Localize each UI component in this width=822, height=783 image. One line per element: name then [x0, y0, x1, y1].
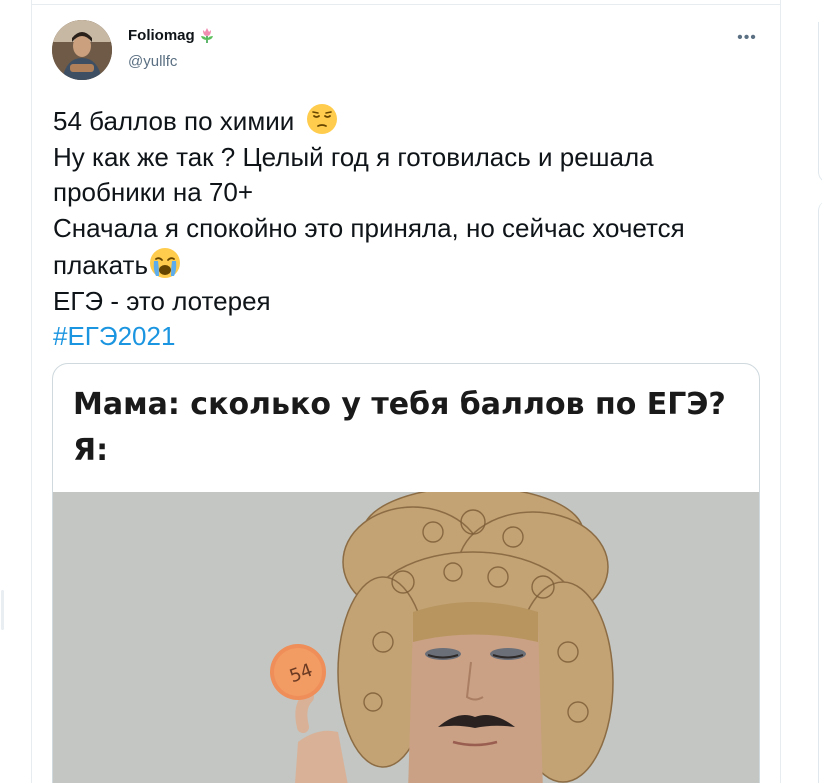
meme-photo: 54: [53, 486, 759, 783]
tweet-line: Сначала я спокойно это приняла, но сейча…: [53, 212, 685, 243]
crying-face-emoji: [148, 246, 182, 280]
author-display-name[interactable]: Foliomag: [128, 27, 195, 44]
tweet-top-divider: [31, 4, 781, 5]
sidebar-panel-edge: [818, 22, 822, 183]
pensive-face-emoji: [305, 102, 339, 136]
author-avatar[interactable]: [52, 20, 112, 80]
sidebar-panel-edge-lower: [818, 200, 822, 783]
tweet-line: ЕГЭ - это лотерея: [53, 285, 271, 316]
tweet-text-segment: плакать: [53, 250, 148, 280]
hashtag-link[interactable]: #ЕГЭ2021: [53, 319, 773, 355]
meme-caption: Мама: сколько у тебя баллов по ЕГЭ? Я:: [73, 382, 753, 474]
tweet-line: плакать: [53, 246, 773, 284]
tweet-text: 54 баллов по химии Ну как же так ? Целый…: [53, 102, 773, 355]
author-handle[interactable]: @yullfc: [128, 53, 177, 70]
tweet-page: Foliomag @yullfc ••• 54 баллов по химии …: [0, 0, 822, 783]
meme-caption-line: Мама: сколько у тебя баллов по ЕГЭ?: [73, 387, 726, 422]
tweet-line: Ну как же так ? Целый год я готовилась и…: [53, 141, 654, 172]
tweet-media[interactable]: Мама: сколько у тебя баллов по ЕГЭ? Я: 5…: [52, 363, 760, 783]
author-name-row[interactable]: Foliomag: [128, 26, 216, 44]
left-scroll-edge: [0, 590, 8, 680]
tweet-line: 54 баллов по химии: [53, 102, 773, 140]
tulip-icon: [198, 26, 216, 44]
meme-caption-line: Я:: [73, 433, 109, 468]
timeline-left-border: [31, 0, 32, 783]
tweet-text-segment: 54 баллов по химии: [53, 106, 295, 136]
more-horizontal-icon[interactable]: •••: [737, 28, 757, 48]
timeline-right-border: [780, 0, 781, 783]
tweet-line: пробники на 70+: [53, 177, 254, 207]
